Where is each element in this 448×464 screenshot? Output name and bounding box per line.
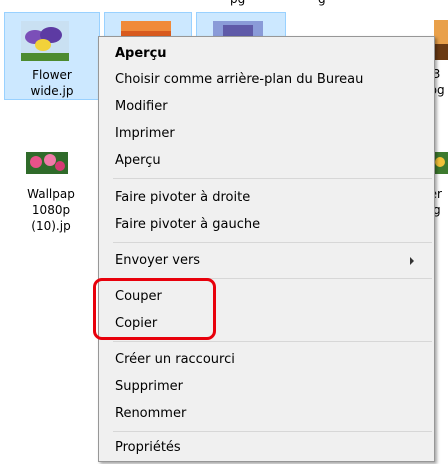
menu-item-renommer[interactable]: Renommer: [99, 401, 434, 427]
menu-item-apercu-default[interactable]: Aperçu: [99, 41, 434, 67]
image-thumbnail-icon: [434, 20, 448, 60]
file-name-line: Wallpap: [27, 187, 75, 201]
file-name-line: (10).jp: [31, 219, 71, 233]
menu-item-supprimer[interactable]: Supprimer: [99, 374, 434, 400]
submenu-arrow-icon: [410, 257, 414, 265]
flower-thumbnail-icon: [21, 21, 69, 61]
file-item-selected[interactable]: [196, 12, 286, 39]
menu-separator: [113, 242, 432, 243]
menu-item-proprietes[interactable]: Propriétés: [99, 435, 434, 461]
menu-separator: [113, 178, 432, 179]
menu-item-rotate-right[interactable]: Faire pivoter à droite: [99, 185, 434, 211]
file-name-line: jpg: [434, 83, 445, 97]
file-item-partial[interactable]: r 3 jpg: [434, 12, 448, 100]
file-item-selected[interactable]: [104, 12, 192, 39]
image-thumbnail-icon: [434, 152, 448, 174]
menu-item-modifier[interactable]: Modifier: [99, 94, 434, 120]
file-label-partial: pg: [230, 0, 245, 6]
menu-item-rotate-left[interactable]: Faire pivoter à gauche: [99, 212, 434, 238]
highlight-annotation: [93, 278, 216, 340]
file-name-line: jpg: [434, 203, 441, 217]
file-name-line: wide.jp: [30, 84, 74, 98]
menu-separator: [113, 431, 432, 432]
menu-item-label: Envoyer vers: [115, 253, 201, 268]
file-item-flower-wide[interactable]: Flower wide.jp: [4, 12, 100, 100]
menu-separator: [113, 341, 432, 342]
menu-item-imprimer[interactable]: Imprimer: [99, 121, 434, 147]
file-name-line: per: [434, 187, 442, 201]
file-name-line: r 3: [434, 67, 441, 81]
menu-item-set-desktop-background[interactable]: Choisir comme arrière-plan du Bureau: [99, 67, 434, 93]
menu-item-send-to[interactable]: Envoyer vers: [99, 248, 434, 274]
file-name-line: 1080p: [31, 203, 71, 217]
context-menu: Aperçu Choisir comme arrière-plan du Bur…: [98, 36, 435, 462]
menu-item-create-shortcut[interactable]: Créer un raccourci: [99, 347, 434, 373]
menu-item-apercu[interactable]: Aperçu: [99, 148, 434, 174]
flower-thumbnail-icon: [26, 152, 68, 174]
file-item-partial[interactable]: per jpg: [434, 148, 448, 228]
file-label-partial: g: [318, 0, 326, 6]
file-item-wallpaper[interactable]: Wallpap 1080p (10).jp: [4, 148, 98, 233]
file-name-line: Flower: [32, 68, 72, 82]
